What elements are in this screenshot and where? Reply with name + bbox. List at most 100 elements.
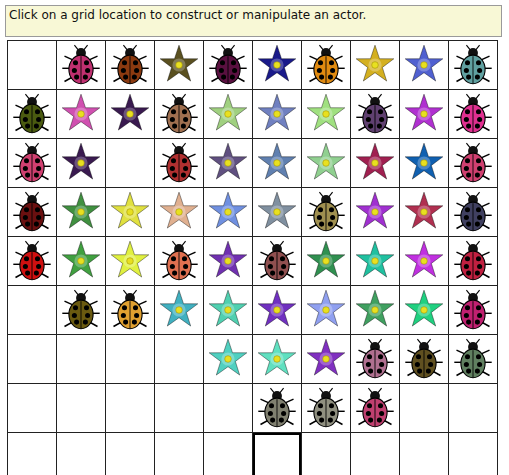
grid-cell[interactable] (204, 335, 252, 383)
flower-petals (307, 241, 345, 277)
grid-cell[interactable] (449, 384, 497, 432)
grid-cell[interactable] (302, 90, 350, 138)
grid-cell[interactable] (351, 139, 399, 187)
grid-cell[interactable] (57, 335, 105, 383)
grid-cell[interactable] (400, 433, 448, 475)
grid-cell[interactable] (253, 384, 301, 432)
grid-cell[interactable] (57, 188, 105, 236)
grid-cell[interactable] (253, 433, 301, 475)
grid-cell[interactable] (57, 433, 105, 475)
bug-icon (10, 141, 54, 185)
grid-cell[interactable] (253, 237, 301, 285)
grid-cell[interactable] (351, 237, 399, 285)
grid-cell[interactable] (155, 188, 203, 236)
grid-cell[interactable] (106, 237, 154, 285)
cell-content (304, 386, 348, 430)
cell-content (157, 190, 201, 234)
grid-cell[interactable] (106, 286, 154, 334)
grid-cell[interactable] (253, 139, 301, 187)
grid-cell[interactable] (351, 384, 399, 432)
grid-cell[interactable] (8, 286, 56, 334)
grid-cell[interactable] (400, 188, 448, 236)
grid-cell[interactable] (204, 384, 252, 432)
grid-cell[interactable] (449, 139, 497, 187)
grid-cell[interactable] (302, 335, 350, 383)
grid-cell[interactable] (106, 335, 154, 383)
grid-cell[interactable] (57, 237, 105, 285)
grid-cell[interactable] (302, 286, 350, 334)
grid-cell[interactable] (57, 90, 105, 138)
flower-icon (108, 92, 152, 136)
grid-cell[interactable] (253, 41, 301, 89)
grid-cell[interactable] (449, 286, 497, 334)
grid-cell[interactable] (253, 188, 301, 236)
grid-cell[interactable] (400, 41, 448, 89)
grid-cell[interactable] (106, 41, 154, 89)
grid-cell[interactable] (8, 237, 56, 285)
cell-content (304, 43, 348, 87)
grid-cell[interactable] (155, 237, 203, 285)
grid-cell[interactable] (155, 286, 203, 334)
grid-cell[interactable] (351, 90, 399, 138)
grid-cell[interactable] (400, 335, 448, 383)
grid-cell[interactable] (155, 139, 203, 187)
grid-cell[interactable] (449, 237, 497, 285)
grid-cell[interactable] (351, 335, 399, 383)
grid-cell[interactable] (351, 433, 399, 475)
grid-cell[interactable] (400, 139, 448, 187)
grid-cell[interactable] (106, 139, 154, 187)
flower-petals (307, 143, 345, 179)
grid-cell[interactable] (155, 90, 203, 138)
grid-cell[interactable] (106, 188, 154, 236)
grid-cell[interactable] (57, 41, 105, 89)
grid-cell[interactable] (449, 90, 497, 138)
grid-cell[interactable] (8, 433, 56, 475)
grid-cell[interactable] (253, 286, 301, 334)
grid-cell[interactable] (155, 335, 203, 383)
grid-cell[interactable] (400, 384, 448, 432)
grid-cell[interactable] (8, 90, 56, 138)
grid-cell[interactable] (204, 286, 252, 334)
grid-cell[interactable] (253, 335, 301, 383)
grid-cell[interactable] (449, 41, 497, 89)
grid-cell[interactable] (106, 90, 154, 138)
grid-cell[interactable] (302, 188, 350, 236)
grid-cell[interactable] (8, 384, 56, 432)
grid-cell[interactable] (8, 41, 56, 89)
grid-cell[interactable] (351, 188, 399, 236)
actor-grid[interactable] (7, 40, 498, 475)
grid-cell[interactable] (400, 237, 448, 285)
grid-cell[interactable] (8, 335, 56, 383)
cell-content (59, 190, 103, 234)
grid-cell[interactable] (204, 41, 252, 89)
grid-cell[interactable] (302, 139, 350, 187)
flower-icon (108, 239, 152, 283)
grid-cell[interactable] (302, 41, 350, 89)
grid-cell[interactable] (302, 237, 350, 285)
grid-cell[interactable] (449, 433, 497, 475)
grid-cell[interactable] (351, 286, 399, 334)
grid-cell[interactable] (253, 90, 301, 138)
grid-cell[interactable] (449, 335, 497, 383)
grid-cell[interactable] (204, 237, 252, 285)
grid-cell[interactable] (155, 41, 203, 89)
grid-cell[interactable] (57, 286, 105, 334)
grid-cell[interactable] (155, 433, 203, 475)
grid-cell[interactable] (302, 433, 350, 475)
grid-cell[interactable] (204, 139, 252, 187)
grid-cell[interactable] (8, 188, 56, 236)
grid-cell[interactable] (400, 90, 448, 138)
grid-cell[interactable] (449, 188, 497, 236)
grid-cell[interactable] (57, 139, 105, 187)
grid-cell[interactable] (400, 286, 448, 334)
grid-cell[interactable] (204, 90, 252, 138)
grid-cell[interactable] (8, 139, 56, 187)
grid-cell[interactable] (106, 384, 154, 432)
grid-cell[interactable] (106, 433, 154, 475)
grid-cell[interactable] (302, 384, 350, 432)
grid-cell[interactable] (204, 188, 252, 236)
grid-cell[interactable] (155, 384, 203, 432)
grid-cell[interactable] (57, 384, 105, 432)
grid-cell[interactable] (204, 433, 252, 475)
grid-cell[interactable] (351, 41, 399, 89)
